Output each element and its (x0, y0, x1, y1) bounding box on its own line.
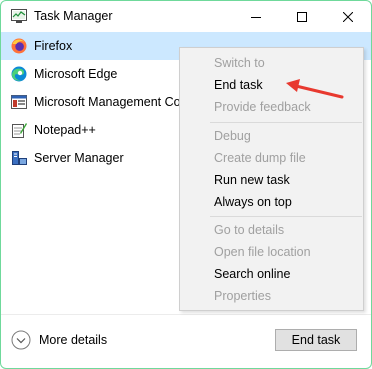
end-task-button[interactable]: End task (275, 329, 357, 351)
menu-item-run-new-task[interactable]: Run new task (214, 173, 290, 187)
process-label: Notepad++ (34, 123, 96, 137)
edge-icon (11, 66, 27, 82)
menu-item-end-task[interactable]: End task (214, 78, 263, 92)
menu-item-properties: Properties (214, 289, 271, 303)
close-icon (343, 12, 353, 22)
menu-item-create-dump-file: Create dump file (214, 151, 306, 165)
process-label: Server Manager (34, 151, 124, 165)
mmc-icon (11, 95, 27, 109)
process-label: Firefox (34, 39, 73, 53)
firefox-icon (11, 38, 27, 54)
footer-divider (1, 314, 371, 315)
server-manager-icon (12, 151, 27, 165)
title-bar[interactable]: Task Manager (1, 1, 371, 33)
chevron-down-icon (11, 330, 31, 350)
task-manager-icon (11, 9, 27, 23)
menu-item-go-to-details: Go to details (214, 223, 285, 237)
minimize-button[interactable] (233, 1, 279, 33)
minimize-icon (251, 17, 261, 18)
menu-item-always-on-top[interactable]: Always on top (214, 195, 292, 209)
maximize-button[interactable] (279, 1, 325, 33)
menu-separator (210, 216, 362, 217)
menu-item-debug: Debug (214, 129, 251, 143)
menu-separator (210, 122, 362, 123)
notepadpp-icon (12, 123, 27, 138)
close-button[interactable] (325, 1, 371, 33)
process-label: Microsoft Edge (34, 67, 118, 81)
menu-item-provide-feedback: Provide feedback (214, 100, 311, 114)
context-menu: Switch to End task Provide feedback Debu… (179, 47, 364, 311)
menu-item-switch-to: Switch to (214, 56, 265, 70)
window-title: Task Manager (34, 9, 113, 23)
menu-item-search-online[interactable]: Search online (214, 267, 290, 281)
more-details-toggle[interactable]: More details (11, 330, 107, 350)
menu-item-open-file-location: Open file location (214, 245, 311, 259)
more-details-label: More details (39, 333, 108, 347)
maximize-icon (297, 12, 307, 22)
